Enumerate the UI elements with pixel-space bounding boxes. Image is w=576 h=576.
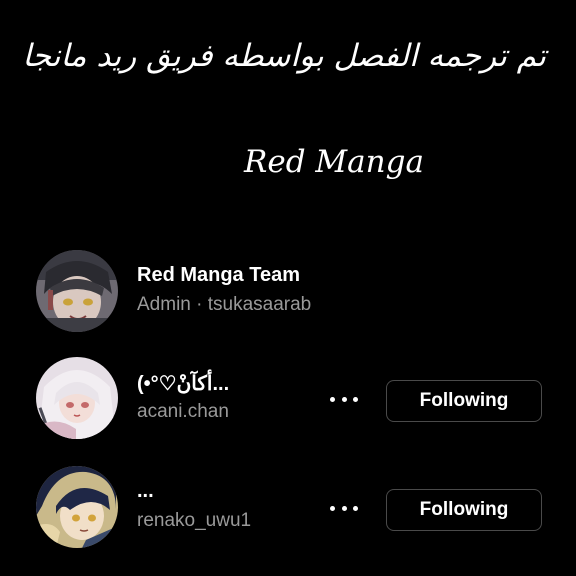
chapter-credit-text: تم ترجمه الفصل بواسطه فريق ريد مانجا: [22, 38, 546, 74]
account-name[interactable]: ...: [137, 480, 154, 503]
account-row[interactable]: (•°♡أكآنْ... acani.chan Following: [36, 357, 543, 441]
brand-signature: Red Manga: [244, 144, 424, 180]
account-subtitle: acani.chan: [137, 401, 229, 422]
more-options-icon[interactable]: [330, 390, 358, 408]
account-subtitle: Admin · tsukasaarab: [137, 294, 312, 315]
account-name[interactable]: Red Manga Team: [137, 264, 300, 287]
more-options-icon[interactable]: [330, 499, 358, 517]
account-row[interactable]: ... renako_uwu1 Following: [36, 466, 543, 550]
avatar[interactable]: [36, 466, 118, 548]
account-subtitle: renako_uwu1: [137, 510, 252, 531]
account-row[interactable]: Red Manga Team Admin · tsukasaarab: [36, 250, 543, 334]
avatar[interactable]: [36, 357, 118, 439]
following-button[interactable]: Following: [386, 380, 542, 422]
following-button[interactable]: Following: [386, 489, 542, 531]
avatar[interactable]: [36, 250, 118, 332]
account-name[interactable]: (•°♡أكآنْ...: [137, 371, 229, 396]
